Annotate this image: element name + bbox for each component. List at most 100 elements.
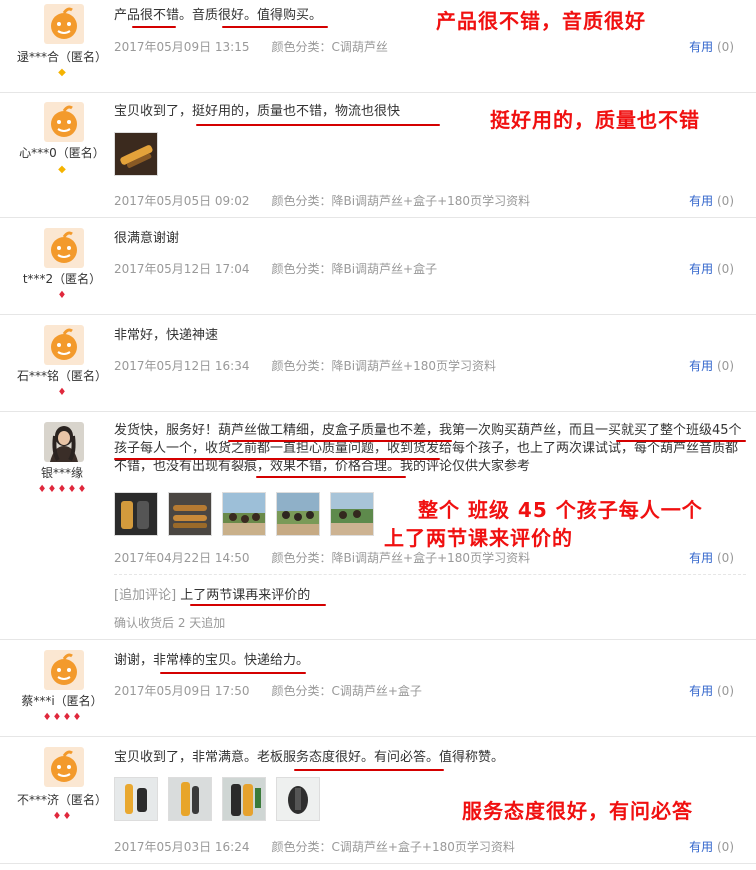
useful-count: (0) — [717, 359, 734, 373]
review-item: t***2（匿名） ♦ 很满意谢谢 2017年05月12日 17:04 颜色分类：… — [0, 218, 756, 315]
sku-color: 颜色分类：降Bi调葫芦丝+180页学习资料 — [271, 359, 497, 373]
review-meta: 2017年05月03日 16:24 颜色分类：C调葫芦丝+盒子+180页学习资料 — [114, 838, 515, 855]
review-item: 石***铭（匿名） ♦ 非常好，快递神速 2017年05月12日 16:34 颜色… — [0, 315, 756, 412]
avatar[interactable] — [44, 650, 84, 690]
review-photo[interactable] — [114, 492, 158, 536]
reviewer-name[interactable]: 心***0（匿名） — [0, 144, 124, 161]
useful-vote: 有用 (0) — [689, 838, 734, 855]
useful-button[interactable]: 有用 — [689, 40, 713, 54]
review-item: 银***缘 ♦♦♦♦♦ 发货快，服务好！葫芦丝做工精细，皮盒子质量也不差，我第一… — [0, 412, 756, 640]
heart-gem-icon: ♦ — [37, 484, 47, 495]
sku-color: 颜色分类：C调葫芦丝+盒子+180页学习资料 — [271, 840, 515, 854]
annotation-underline — [196, 124, 440, 126]
heart-gem-icon: ♦ — [52, 811, 62, 822]
review-photo[interactable] — [114, 777, 158, 821]
reviewer-name[interactable]: t***2（匿名） — [0, 270, 124, 287]
avatar[interactable] — [44, 102, 84, 142]
buyer-level-badge: ♦♦ — [0, 812, 124, 822]
useful-count: (0) — [717, 262, 734, 276]
useful-count: (0) — [717, 40, 734, 54]
avatar[interactable] — [44, 4, 84, 44]
annotation-underline — [114, 458, 262, 460]
append-divider — [114, 574, 746, 575]
useful-button[interactable]: 有用 — [689, 194, 713, 208]
review-photo[interactable] — [114, 132, 158, 176]
reviewer-name[interactable]: 石***铭（匿名） — [0, 367, 124, 384]
useful-count: (0) — [717, 840, 734, 854]
review-content: 谢谢，非常棒的宝贝。快递给力。 — [114, 653, 310, 668]
review-content: 发货快，服务好！葫芦丝做工精细，皮盒子质量也不差，我第一次购买葫芦丝，而且一买就… — [114, 423, 742, 474]
review-photo[interactable] — [222, 777, 267, 821]
annotation-underline — [190, 604, 326, 606]
review-item: 逯***合（匿名） ◆ 产品很不错。音质很好。值得购买。 产品很不错，音质很好 … — [0, 0, 756, 93]
review-photo[interactable] — [276, 492, 321, 536]
sku-color: 颜色分类：C调葫芦丝 — [271, 40, 388, 54]
review-date: 2017年05月09日 17:50 — [114, 684, 250, 698]
diamond-icon: ◆ — [58, 67, 66, 78]
review-content: 非常好，快递神速 — [114, 328, 219, 343]
heart-gem-icon: ♦ — [72, 712, 82, 723]
review-content: 宝贝收到了，非常满意。老板服务态度很好。有问必答。值得称赞。 — [114, 750, 505, 765]
photo-thumbnails — [114, 132, 163, 176]
heart-gem-icon: ♦ — [62, 712, 72, 723]
avatar[interactable] — [44, 747, 84, 787]
buyer-level-badge: ♦ — [0, 388, 124, 398]
useful-button[interactable]: 有用 — [689, 551, 713, 565]
review-photo[interactable] — [330, 492, 375, 536]
useful-vote: 有用 (0) — [689, 192, 734, 209]
review-meta: 2017年05月12日 16:34 颜色分类：降Bi调葫芦丝+180页学习资料 — [114, 357, 496, 374]
sku-color: 颜色分类：C调葫芦丝+盒子 — [271, 684, 422, 698]
reviewer-name[interactable]: 不***济（匿名） — [0, 791, 124, 808]
heart-gem-icon: ♦ — [57, 484, 67, 495]
photo-thumbnails — [114, 492, 379, 536]
reviewer-name[interactable]: 蔡***i（匿名） — [0, 692, 124, 709]
review-photo[interactable] — [222, 492, 267, 536]
review-photo[interactable] — [276, 777, 321, 821]
review-date: 2017年05月09日 13:15 — [114, 40, 250, 54]
useful-button[interactable]: 有用 — [689, 684, 713, 698]
diamond-icon: ◆ — [58, 164, 66, 175]
photo-thumbnails — [114, 777, 325, 821]
avatar[interactable] — [44, 228, 84, 268]
useful-button[interactable]: 有用 — [689, 359, 713, 373]
useful-vote: 有用 (0) — [689, 260, 734, 277]
review-date: 2017年05月12日 16:34 — [114, 359, 250, 373]
buyer-level-badge: ♦♦♦♦ — [0, 713, 124, 723]
avatar[interactable] — [44, 422, 84, 462]
review-meta: 2017年05月05日 09:02 颜色分类：降Bi调葫芦丝+盒子+180页学习资… — [114, 192, 530, 209]
useful-button[interactable]: 有用 — [689, 262, 713, 276]
append-time: 确认收货后 2 天追加 — [114, 616, 226, 630]
annotation-underline — [222, 26, 328, 28]
useful-button[interactable]: 有用 — [689, 840, 713, 854]
avatar[interactable] — [44, 325, 84, 365]
review-item: 不***济（匿名） ♦♦ 宝贝收到了，非常满意。老板服务态度很好。有问必答。值得… — [0, 737, 756, 864]
review-meta: 2017年05月12日 17:04 颜色分类：降Bi调葫芦丝+盒子 — [114, 260, 437, 277]
annotation-underline — [256, 476, 406, 478]
useful-count: (0) — [717, 551, 734, 565]
annotation-underline — [160, 672, 306, 674]
annotation-underline — [616, 440, 746, 442]
heart-gem-icon: ♦ — [57, 290, 67, 301]
useful-vote: 有用 (0) — [689, 682, 734, 699]
review-meta: 2017年04月22日 14:50 颜色分类：降Bi调葫芦丝+盒子+180页学习资… — [114, 549, 530, 566]
review-photo[interactable] — [168, 777, 213, 821]
review-photo[interactable] — [168, 492, 213, 536]
reviewer-name[interactable]: 银***缘 — [0, 464, 124, 481]
heart-gem-icon: ♦ — [62, 811, 72, 822]
handwritten-annotation: 整个 班级 45 个孩子每人一个 — [418, 498, 703, 522]
append-tag: [追加评论] — [114, 588, 177, 603]
useful-count: (0) — [717, 194, 734, 208]
useful-vote: 有用 (0) — [689, 549, 734, 566]
heart-gem-icon: ♦ — [52, 712, 62, 723]
review-date: 2017年05月05日 09:02 — [114, 194, 250, 208]
handwritten-annotation: 服务态度很好，有问必答 — [462, 799, 693, 823]
annotation-underline — [256, 458, 440, 460]
review-date: 2017年05月03日 16:24 — [114, 840, 250, 854]
append-content: 上了两节课再来评价的 — [180, 588, 311, 603]
heart-gem-icon: ♦ — [42, 712, 52, 723]
useful-count: (0) — [717, 684, 734, 698]
handwritten-annotation: 产品很不错，音质很好 — [436, 9, 646, 33]
sku-color: 颜色分类：降Bi调葫芦丝+盒子 — [271, 262, 438, 276]
reviewer-name[interactable]: 逯***合（匿名） — [0, 48, 124, 65]
buyer-level-badge: ♦ — [0, 291, 124, 301]
